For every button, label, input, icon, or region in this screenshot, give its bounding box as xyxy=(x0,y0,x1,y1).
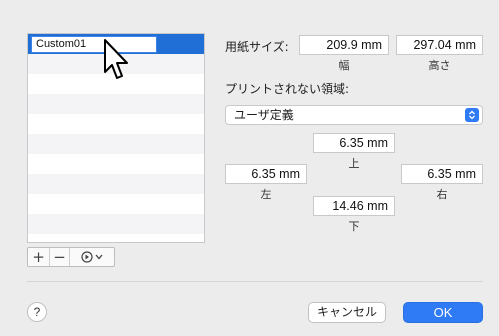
nonprintable-area-label: プリントされない領域: xyxy=(225,82,350,96)
select-value: ユーザ定義 xyxy=(234,108,294,122)
help-button[interactable]: ? xyxy=(27,302,47,322)
remove-size-button[interactable]: − xyxy=(50,248,70,266)
paper-size-label: 用紙サイズ: xyxy=(225,40,289,54)
add-size-button[interactable]: + xyxy=(28,248,50,266)
top-margin-caption: 上 xyxy=(348,157,360,170)
nonprintable-area-select[interactable]: ユーザ定義 xyxy=(225,105,483,125)
right-margin-field[interactable]: 6.35 mm xyxy=(401,164,483,184)
chevron-down-icon xyxy=(95,254,103,260)
top-margin-field[interactable]: 6.35 mm xyxy=(313,133,395,153)
action-menu-button[interactable] xyxy=(70,248,114,266)
mouse-pointer-icon xyxy=(104,39,128,79)
bottom-margin-caption: 下 xyxy=(348,220,360,233)
action-gear-icon xyxy=(81,251,93,263)
list-row xyxy=(28,234,204,242)
list-row xyxy=(28,214,204,234)
custom-paper-size-dialog: Custom01 + − 用紙サイズ: 209.9 mm 幅 297.04 mm… xyxy=(0,0,499,336)
list-row xyxy=(28,154,204,174)
list-row xyxy=(28,174,204,194)
bottom-margin-field[interactable]: 14.46 mm xyxy=(313,196,395,216)
paper-width-field[interactable]: 209.9 mm xyxy=(299,35,389,55)
left-margin-field[interactable]: 6.35 mm xyxy=(225,164,307,184)
paper-height-field[interactable]: 297.04 mm xyxy=(396,35,483,55)
name-edit-field[interactable]: Custom01 xyxy=(31,36,157,53)
select-arrows-icon xyxy=(465,108,479,122)
paper-height-caption: 高さ xyxy=(428,59,451,72)
footer-divider xyxy=(27,281,483,282)
list-row xyxy=(28,134,204,154)
list-toolbar: + − xyxy=(27,247,115,267)
list-row xyxy=(28,114,204,134)
list-row xyxy=(28,94,204,114)
left-margin-caption: 左 xyxy=(260,188,272,201)
paper-width-caption: 幅 xyxy=(338,59,350,72)
right-margin-caption: 右 xyxy=(436,188,448,201)
cancel-button[interactable]: キャンセル xyxy=(308,302,386,323)
list-row xyxy=(28,194,204,214)
ok-button[interactable]: OK xyxy=(403,302,483,323)
